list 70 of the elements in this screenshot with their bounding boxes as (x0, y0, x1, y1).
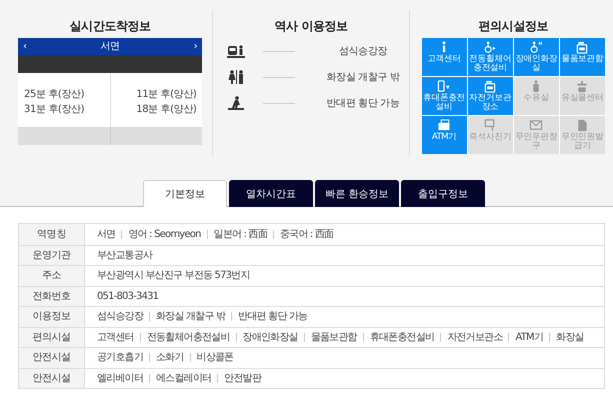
restroom-icon (227, 70, 246, 84)
facility-tile[interactable]: 무인민원발급기 (560, 116, 605, 154)
facility-tile[interactable]: 무인우편창구 (514, 116, 559, 154)
walking-person-icon (227, 96, 246, 110)
wheelchair-icon (483, 41, 498, 54)
facility-tile[interactable]: 자전거보관장소 (468, 77, 513, 115)
table-value: 051-803-3431 (97, 290, 158, 304)
next-station-arrow[interactable]: › (194, 39, 198, 54)
facility-tile[interactable]: 수유실 (514, 77, 559, 115)
table-value: 장애인화장실 (242, 330, 298, 345)
section-title: 편의시설정보 (477, 18, 550, 35)
usage-label: 반대편 횡단 가능 (326, 96, 400, 110)
row-header: 운영기관 (19, 246, 85, 265)
row-header: 편의시설 (19, 328, 85, 347)
facility-tile[interactable]: 즉석사진기 (468, 116, 513, 154)
phone-charging-icon (437, 80, 452, 93)
tab[interactable]: 기본정보 (143, 180, 227, 207)
facility-tile[interactable]: 휴대폰충전설비 (422, 77, 467, 115)
facility-tile[interactable]: 고객센터 (422, 38, 467, 76)
facility-tile[interactable]: 전동휠체어충전설비 (468, 38, 513, 76)
table-value: 에스컬레이터 (156, 372, 212, 386)
table-value: 서면 (97, 228, 116, 242)
row-header: 안전시설 (19, 368, 85, 388)
table-value: 물품보관함 (310, 330, 357, 345)
table-value: 전동휠체어충전설비 (146, 330, 230, 345)
arrival-time: 31분 후(장산) (24, 103, 86, 117)
arrival-time: 25분 후(장산) (24, 88, 86, 102)
row-header: 역명칭 (19, 224, 85, 244)
table-value: 고객센터 (97, 330, 134, 345)
table-value: 공기호흡기 (97, 351, 144, 366)
table-value: 중국어 : 西面 (280, 228, 334, 242)
tab[interactable]: 열차시간표 (229, 180, 313, 207)
table-value: 휴대폰충전설비 (370, 330, 434, 345)
table-value: 부산광역시 부산진구 부전동 573번지 (97, 269, 250, 284)
table-value: 부산교통공사 (97, 248, 152, 263)
facility-tile[interactable]: 장애인화장실 (514, 38, 559, 76)
table-value: 엘리베이터 (97, 372, 144, 386)
locker-icon (483, 80, 498, 93)
section-title: 역사 이용정보 (273, 18, 349, 35)
facility-tile[interactable]: 물품보관함 (560, 38, 605, 76)
envelope-icon (529, 119, 544, 132)
row-header: 전화번호 (19, 286, 85, 306)
table-value: 비상콜폰 (196, 351, 234, 366)
table-value: 영어 : Seomyeon (128, 228, 201, 242)
station-name: 서면 (100, 40, 120, 54)
usage-label: 섬식승강장 (338, 44, 388, 58)
section-title: 실시간도착정보 (68, 18, 152, 35)
table-value: 소화기 (156, 351, 184, 366)
usage-label: 화장실 개찰구 밖 (326, 70, 401, 84)
table-value: 화장실 개찰구 밖 (156, 310, 226, 324)
row-header: 주소 (19, 266, 85, 286)
table-value: 반대편 횡단 가능 (238, 310, 308, 324)
facility-tile[interactable]: 유실물센터 (560, 77, 605, 115)
table-value: 안전발판 (224, 372, 262, 386)
atm-icon (437, 119, 452, 132)
table-value: 화장실 (556, 330, 584, 345)
previous-station-arrow[interactable]: ‹ (23, 39, 27, 54)
tab[interactable]: 빠른 환승정보 (315, 180, 399, 207)
arrival-time: 18분 후(양산) (135, 103, 196, 117)
table-value: 일본어 : 西面 (214, 228, 267, 242)
locker-icon (575, 41, 590, 54)
table-value: 자전거보관소 (447, 330, 502, 345)
table-value: 섬식승강장 (97, 310, 144, 324)
table-value: ATM기 (515, 330, 544, 345)
row-header: 안전시설 (19, 348, 85, 368)
tab[interactable]: 출입구정보 (401, 180, 485, 207)
facility-tile[interactable]: ATM기 (422, 116, 467, 154)
train-person-icon (227, 44, 246, 58)
row-header: 이용정보 (19, 307, 85, 326)
arrival-time: 11분 후(양산) (135, 88, 196, 102)
